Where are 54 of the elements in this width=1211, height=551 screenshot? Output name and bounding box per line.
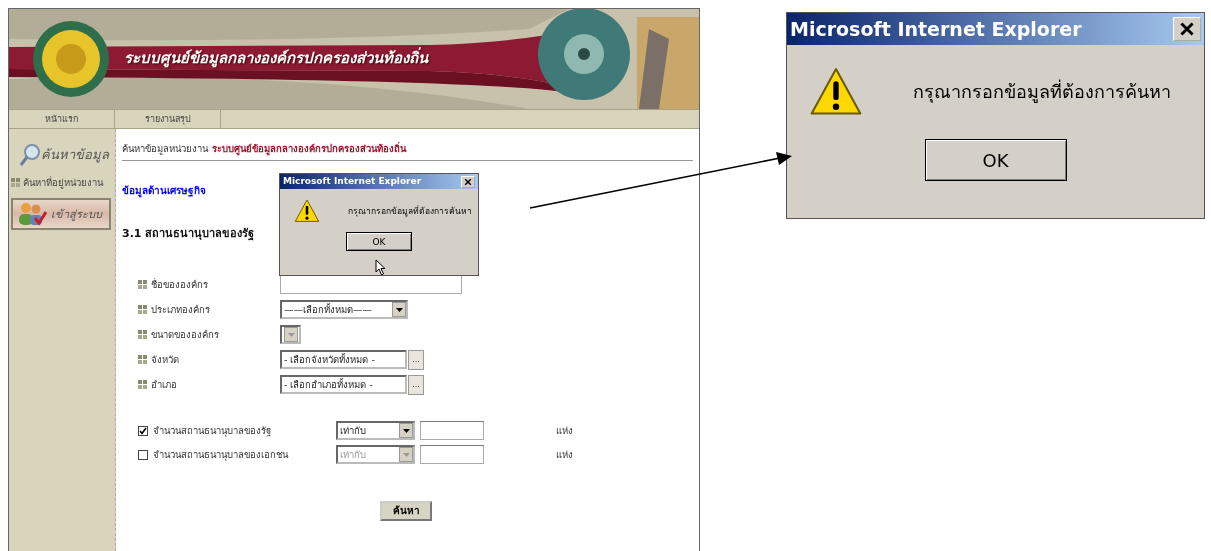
dropdown[interactable]: ——เลือกทั้งหมด—— <box>280 300 408 320</box>
close-icon <box>1179 21 1195 37</box>
bullet-icon <box>138 280 147 290</box>
unit-label: แห่ง <box>556 424 573 437</box>
field-label: ประเภทองค์กร <box>151 303 210 316</box>
breadcrumb-label: ค้นหาข้อมูลหน่วยงาน <box>122 143 208 155</box>
dropdown[interactable]: - เลือกจังหวัดทั้งหมด - <box>280 350 407 370</box>
dialog-title: Microsoft Internet Explorer <box>283 176 422 187</box>
number-field[interactable] <box>420 445 484 465</box>
caret-icon <box>287 332 295 337</box>
ok-button[interactable]: OK <box>346 232 412 251</box>
bullet-icon <box>138 355 147 365</box>
unit-label: แห่ง <box>556 448 573 461</box>
sidebar-item[interactable]: ค้นหาที่อยู่หน่วยงาน <box>11 177 113 189</box>
dropdown[interactable]: เท่ากับ <box>336 421 415 441</box>
caret-icon <box>395 307 403 312</box>
close-button[interactable] <box>1173 17 1201 41</box>
login-button[interactable]: เข้าสู่ระบบ <box>11 198 111 231</box>
sidebar-heading: ค้นหาข้อมูล <box>41 147 109 163</box>
cursor-icon <box>375 259 386 276</box>
warning-icon <box>294 198 320 224</box>
bullet-icon <box>11 178 20 188</box>
field-label: ชื่อขององค์กร <box>151 278 208 291</box>
caret-icon <box>402 452 410 457</box>
ok-button[interactable]: OK <box>924 139 1067 181</box>
bullet-icon <box>138 305 147 315</box>
users-icon <box>17 202 47 227</box>
criterion-label: จำนวนสถานธนานุบาลของเอกชน <box>153 448 288 461</box>
criterion-label: จำนวนสถานธนานุบาลของรัฐ <box>153 424 271 437</box>
banner-title: ระบบศูนย์ข้อมูลกลางองค์กรปกครองส่วนท้องถิ่น <box>124 49 428 67</box>
browse-button[interactable]: ... <box>408 349 424 370</box>
dialog-message: กรุณากรอกข้อมูลที่ต้องการค้นหา <box>913 81 1171 103</box>
subsection-title: 3.1 สถานธนานุบาลของรัฐ <box>122 227 255 241</box>
search-button[interactable]: ค้นหา <box>380 500 432 521</box>
dialog-title: Microsoft Internet Explorer <box>790 17 1082 41</box>
field-label: ขนาดขององค์กร <box>151 328 219 341</box>
section-title: ข้อมูลด้านเศรษฐกิจ <box>122 185 207 198</box>
system-name: ระบบศูนย์ข้อมูลกลางองค์กรปกครองส่วนท้องถิ่น <box>212 143 406 155</box>
field-label: จังหวัด <box>151 353 179 366</box>
close-button[interactable] <box>461 175 475 188</box>
number-field[interactable] <box>420 421 484 441</box>
checkbox[interactable] <box>138 425 148 436</box>
field-label: อำเภอ <box>151 378 177 391</box>
search-icon <box>19 143 41 167</box>
caret-icon <box>402 428 410 433</box>
close-icon <box>464 177 472 186</box>
dropdown[interactable] <box>280 325 301 345</box>
dropdown[interactable]: - เลือกอำเภอทั้งหมด - <box>280 375 407 395</box>
browse-button[interactable]: ... <box>408 374 424 395</box>
nav-tab[interactable]: รายงานสรุป <box>115 110 221 128</box>
dialog-message: กรุณากรอกข้อมูลที่ต้องการค้นหา <box>348 205 472 217</box>
nav-tab[interactable]: หน้าแรก <box>9 110 115 128</box>
bullet-icon <box>138 380 147 390</box>
bullet-icon <box>138 330 147 340</box>
